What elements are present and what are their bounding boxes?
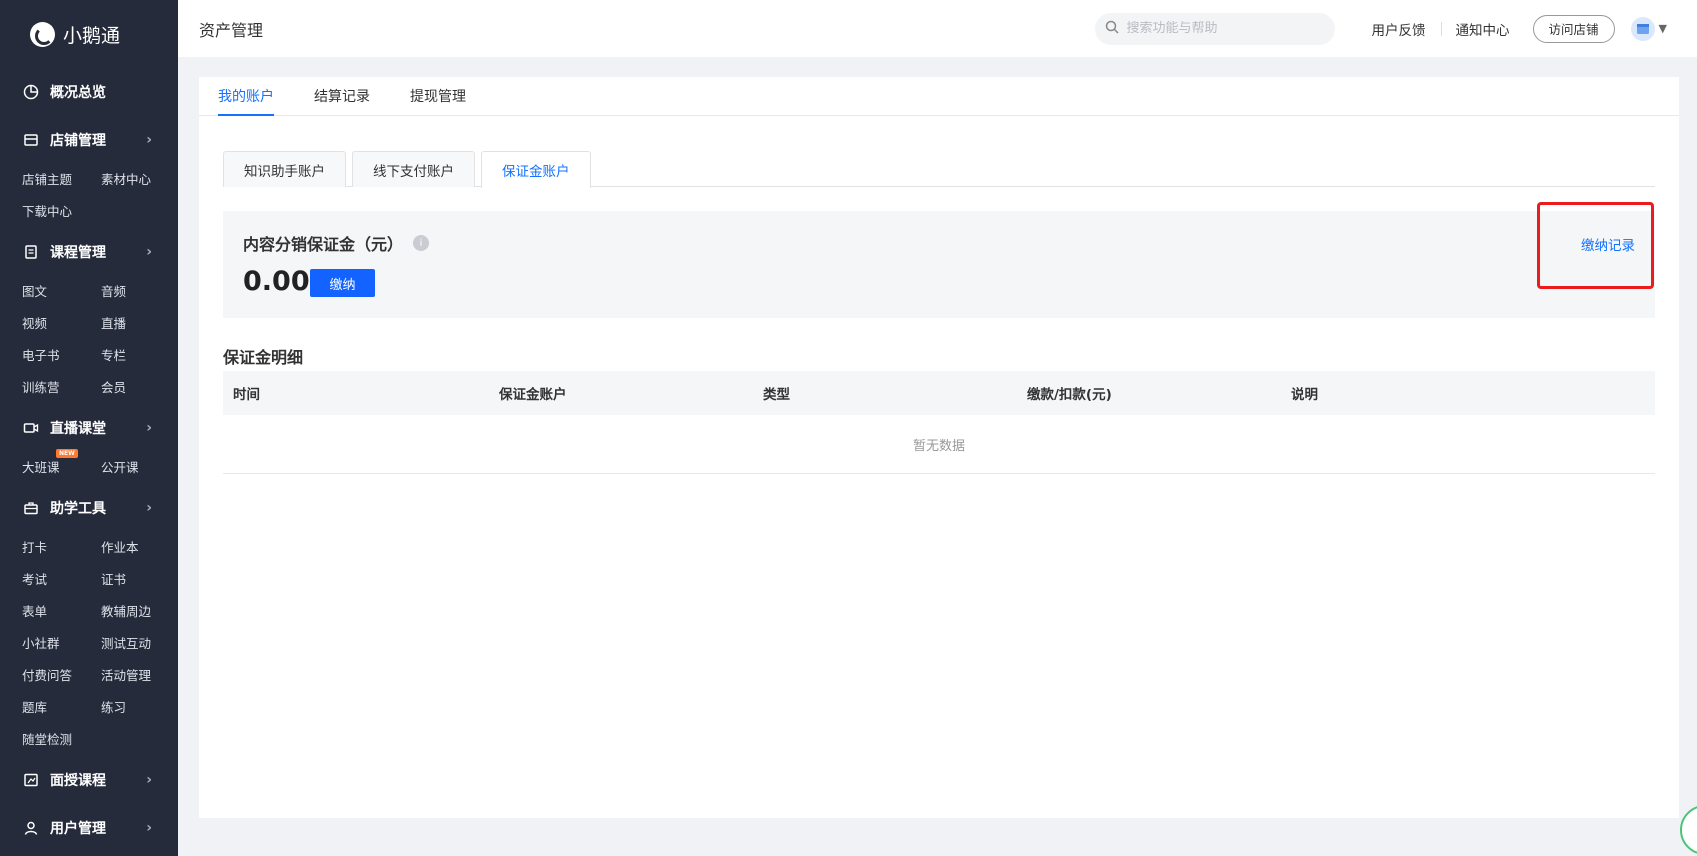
- highlight-box: [1537, 202, 1654, 289]
- chevron-right-icon: ›: [146, 132, 152, 148]
- sidebar-item-camp[interactable]: 训练营: [22, 372, 101, 404]
- avatar: [1630, 16, 1655, 41]
- search-box[interactable]: [1094, 12, 1335, 45]
- sidebar-item-activities[interactable]: 活动管理: [101, 660, 178, 692]
- dashboard-icon: [22, 83, 40, 101]
- subtab-knowledge-assistant-account[interactable]: 知识助手账户: [223, 151, 346, 187]
- sidebar-item-article[interactable]: 图文: [22, 276, 101, 308]
- sidebar-item-certificate[interactable]: 证书: [101, 564, 178, 596]
- search-icon: [1105, 19, 1119, 38]
- sidebar-item-exam[interactable]: 考试: [22, 564, 101, 596]
- sidebar-item-audio[interactable]: 音频: [101, 276, 178, 308]
- column-description: 说明: [1291, 387, 1318, 403]
- sidebar-item-practice[interactable]: 练习: [101, 692, 178, 724]
- column-type: 类型: [763, 387, 790, 403]
- chevron-right-icon: ›: [146, 820, 152, 836]
- column-time: 时间: [233, 387, 260, 403]
- deposit-amount: 0.00: [243, 266, 310, 297]
- sidebar-item-open-class[interactable]: 公开课: [101, 452, 178, 484]
- account-menu[interactable]: ▼: [1630, 16, 1667, 41]
- deposit-title: 内容分销保证金（元）: [243, 235, 404, 254]
- deposit-detail-title: 保证金明细: [223, 348, 304, 367]
- subtab-offline-payment-account[interactable]: 线下支付账户: [352, 151, 475, 187]
- sidebar-item-live[interactable]: 直播: [101, 308, 178, 340]
- sidebar-item-homework[interactable]: 作业本: [101, 532, 178, 564]
- sidebar-section-course[interactable]: 课程管理 ›: [0, 228, 178, 276]
- brand-name: 小鹅通: [63, 24, 121, 47]
- sidebar-item-form[interactable]: 表单: [22, 596, 101, 628]
- chevron-right-icon: ›: [146, 420, 152, 436]
- sidebar-item-membership[interactable]: 会员: [101, 372, 178, 404]
- chevron-right-icon: ›: [146, 772, 152, 788]
- sidebar-item-download-center[interactable]: 下载中心: [22, 196, 101, 228]
- sidebar-item-video[interactable]: 视频: [22, 308, 101, 340]
- sidebar-item-column[interactable]: 专栏: [101, 340, 178, 372]
- course-icon: [22, 243, 40, 261]
- user-icon: [22, 819, 40, 837]
- asset-management-card: 我的账户 结算记录 提现管理 知识助手账户 线下支付账户 保证金账户 内容分销保…: [199, 77, 1679, 818]
- column-deposit-account: 保证金账户: [499, 387, 567, 403]
- logo-icon: [30, 21, 55, 47]
- empty-state: 暂无数据: [223, 415, 1655, 474]
- page-title: 资产管理: [199, 20, 264, 40]
- chevron-right-icon: ›: [146, 500, 152, 516]
- new-badge: NEW: [56, 449, 78, 458]
- store-icon: [22, 131, 40, 149]
- sidebar-item-ebook[interactable]: 电子书: [22, 340, 101, 372]
- search-input[interactable]: [1126, 21, 1317, 36]
- notification-center-link[interactable]: 通知中心: [1440, 19, 1525, 39]
- sidebar-item-paid-qa[interactable]: 付费问答: [22, 660, 101, 692]
- tab-withdrawal-management[interactable]: 提现管理: [410, 77, 466, 115]
- toolbox-icon: [22, 499, 40, 517]
- sidebar-item-big-class[interactable]: 大班课 NEW: [22, 449, 101, 484]
- floating-help-widget[interactable]: [1680, 805, 1697, 855]
- subtab-deposit-account[interactable]: 保证金账户: [481, 151, 591, 188]
- brand-logo[interactable]: 小鹅通: [0, 0, 178, 68]
- live-class-icon: [22, 419, 40, 437]
- top-bar: 资产管理 用户反馈 通知中心 访问店铺 ▼: [178, 0, 1697, 57]
- visit-store-button[interactable]: 访问店铺: [1532, 14, 1615, 43]
- sidebar-item-checkin[interactable]: 打卡: [22, 532, 101, 564]
- sidebar-section-store[interactable]: 店铺管理 ›: [0, 116, 178, 164]
- sidebar: 小鹅通 概况总览 店铺管理 › 店铺主题 素材中心 下载中心 课程管理 › 图文…: [0, 0, 178, 856]
- pay-deposit-button[interactable]: 缴纳: [310, 269, 375, 297]
- sidebar-section-offline-course[interactable]: 面授课程 ›: [0, 756, 178, 804]
- offline-course-icon: [22, 771, 40, 789]
- tab-settlement-records[interactable]: 结算记录: [314, 77, 370, 115]
- sidebar-item-merch[interactable]: 教辅周边: [101, 596, 178, 628]
- deposit-summary: 内容分销保证金（元） i 0.00 缴纳 缴纳记录: [223, 211, 1655, 318]
- sidebar-item-material-center[interactable]: 素材中心: [101, 164, 178, 196]
- column-amount: 缴款/扣款(元): [1027, 387, 1112, 403]
- chevron-down-icon: ▼: [1658, 22, 1667, 35]
- sidebar-item-community[interactable]: 小社群: [22, 628, 101, 660]
- info-icon[interactable]: i: [413, 235, 430, 251]
- sidebar-item-question-bank[interactable]: 题库: [22, 692, 101, 724]
- main-tabs: 我的账户 结算记录 提现管理: [199, 77, 1679, 116]
- sidebar-item-quiz-interact[interactable]: 测试互动: [101, 628, 178, 660]
- sidebar-section-tools[interactable]: 助学工具 ›: [0, 484, 178, 532]
- sidebar-item-class-check[interactable]: 随堂检测: [22, 724, 101, 756]
- sidebar-item-store-theme[interactable]: 店铺主题: [22, 164, 101, 196]
- deposit-detail-table: 时间 保证金账户 类型 缴款/扣款(元) 说明 暂无数据: [223, 371, 1655, 474]
- tab-my-account[interactable]: 我的账户: [218, 77, 274, 116]
- feedback-link[interactable]: 用户反馈: [1357, 19, 1441, 39]
- table-header: 时间 保证金账户 类型 缴款/扣款(元) 说明: [223, 371, 1655, 415]
- chevron-right-icon: ›: [146, 244, 152, 260]
- account-subtabs: 知识助手账户 线下支付账户 保证金账户: [223, 151, 1655, 188]
- sidebar-section-overview[interactable]: 概况总览: [0, 68, 178, 116]
- sidebar-section-users[interactable]: 用户管理 ›: [0, 804, 178, 852]
- sidebar-section-live-class[interactable]: 直播课堂 ›: [0, 404, 178, 452]
